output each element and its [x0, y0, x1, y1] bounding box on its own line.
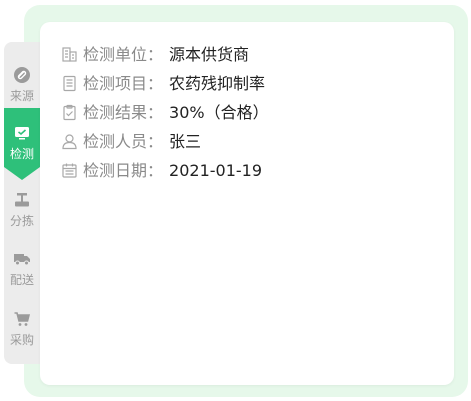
detail-value: 2021-01-19	[169, 161, 263, 180]
detail-value: 30%（合格）	[169, 103, 269, 122]
user-icon	[60, 133, 78, 151]
tab-purchase[interactable]: 采购	[4, 294, 40, 356]
link-icon	[13, 66, 31, 84]
inspection-details: 检测单位： 源本供货商 检测项目： 农药残抑制率 检测结果： 30%（合格） 检…	[60, 40, 269, 185]
building-icon	[60, 46, 78, 64]
truck-icon	[13, 250, 31, 268]
detail-row-result: 检测结果： 30%（合格）	[60, 98, 269, 127]
list-doc-icon	[60, 75, 78, 93]
detail-label: 检测日期	[83, 161, 148, 180]
tab-inspection[interactable]: 检测	[4, 108, 40, 180]
detail-value: 农药残抑制率	[169, 74, 266, 93]
detail-row-item: 检测项目： 农药残抑制率	[60, 69, 269, 98]
tab-delivery[interactable]: 配送	[4, 234, 40, 296]
tab-delivery-label: 配送	[9, 273, 34, 287]
detail-value: 源本供货商	[169, 45, 250, 64]
tab-source-label: 来源	[9, 89, 34, 103]
calendar-icon	[60, 162, 78, 180]
detail-colon: ：	[147, 74, 164, 93]
detail-label: 检测人员	[83, 132, 148, 151]
detail-colon: ：	[147, 161, 164, 180]
cart-icon	[13, 310, 31, 328]
clipboard-icon	[60, 104, 78, 122]
detail-colon: ：	[147, 132, 164, 151]
detail-colon: ：	[147, 45, 164, 64]
tab-inspection-label: 检测	[9, 147, 34, 161]
monitor-check-icon	[13, 124, 31, 142]
detail-label: 检测结果	[83, 103, 148, 122]
detail-label: 检测单位	[83, 45, 148, 64]
detail-row-date: 检测日期： 2021-01-19	[60, 156, 269, 185]
tab-source[interactable]: 来源	[4, 50, 40, 112]
detail-value: 张三	[169, 132, 202, 151]
detail-label: 检测项目	[83, 74, 148, 93]
tab-purchase-label: 采购	[9, 333, 34, 347]
scale-icon	[13, 191, 31, 209]
tab-sorting-label: 分拣	[9, 214, 34, 228]
detail-colon: ：	[147, 103, 164, 122]
detail-row-unit: 检测单位： 源本供货商	[60, 40, 269, 69]
detail-row-inspector: 检测人员： 张三	[60, 127, 269, 156]
tab-sorting[interactable]: 分拣	[4, 175, 40, 237]
